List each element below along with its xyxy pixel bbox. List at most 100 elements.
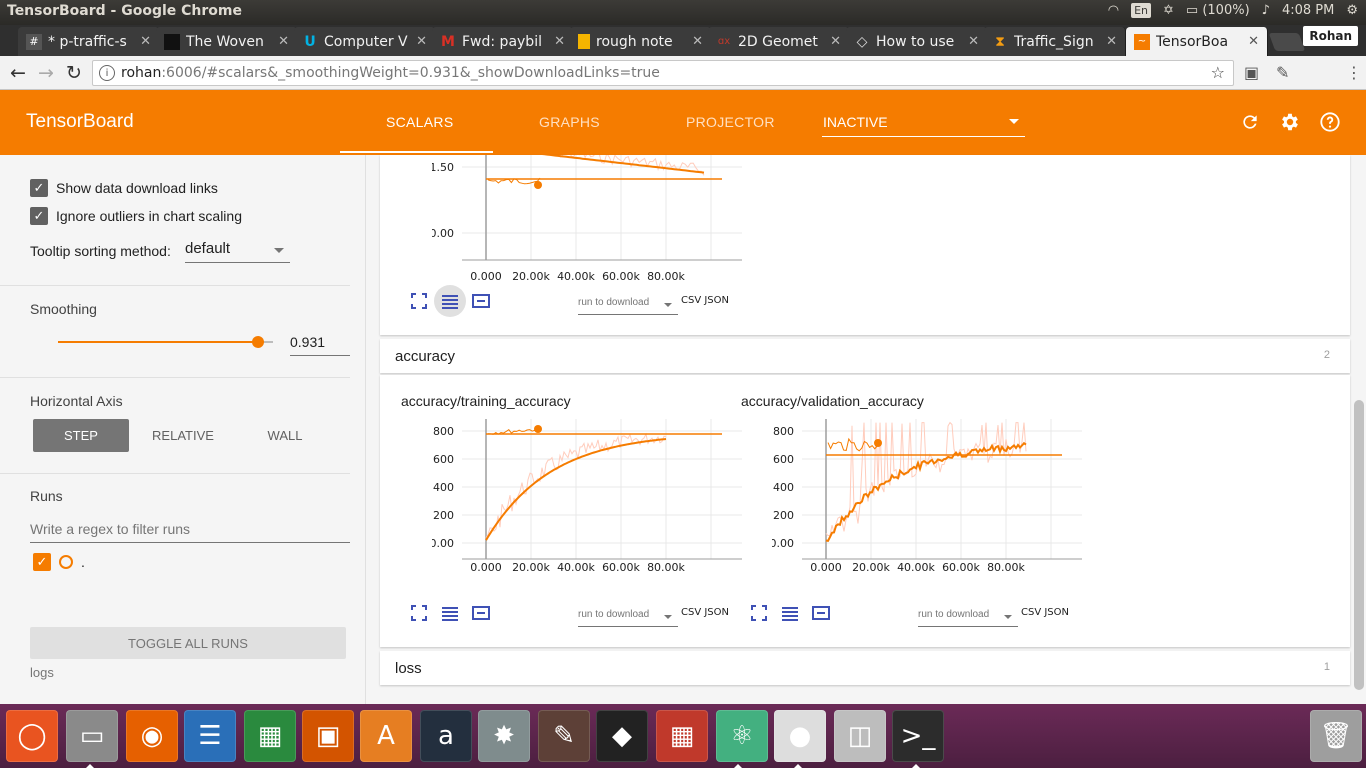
list-icon[interactable] [441, 292, 459, 310]
browser-tab[interactable]: U Computer V ✕ [294, 27, 436, 56]
y-tick-label: 0.600 [772, 453, 794, 466]
browser-tab[interactable]: ◇ How to use ✕ [846, 27, 988, 56]
clock[interactable]: 4:08 PM [1282, 3, 1334, 18]
run-to-download-select[interactable]: run to download [578, 607, 678, 627]
run-to-download-select[interactable]: run to download [918, 607, 1018, 627]
browser-tab[interactable]: ⧗ Traffic_Sign ✕ [984, 27, 1126, 56]
x-tick-label: 0.000 [810, 561, 842, 574]
close-icon[interactable]: ✕ [554, 34, 565, 49]
close-icon[interactable]: ✕ [278, 34, 289, 49]
help-icon[interactable] [1318, 110, 1342, 134]
show-download-links-checkbox[interactable]: ✓ Show data download links [30, 179, 218, 197]
tab-scalars[interactable]: SCALARS [386, 114, 453, 130]
smoothing-slider[interactable] [58, 336, 273, 348]
ubuntu-icon[interactable]: ◯ [6, 710, 58, 762]
files-icon[interactable]: ▭ [66, 710, 118, 762]
extension-icon[interactable]: ▣ [1244, 63, 1259, 82]
close-icon[interactable]: ✕ [416, 34, 427, 49]
browser-tab[interactable]: rough note ✕ [570, 27, 712, 56]
tab-graphs[interactable]: GRAPHS [539, 114, 600, 130]
download-links[interactable]: CSV JSON [681, 607, 729, 618]
smoothing-value-input[interactable]: 0.931 [290, 332, 350, 356]
download-links[interactable]: CSV JSON [1021, 607, 1069, 618]
run-color-icon [59, 555, 73, 569]
toggle-all-runs-button[interactable]: TOGGLE ALL RUNS [30, 627, 346, 659]
inkscape-icon[interactable]: ◆ [596, 710, 648, 762]
slider-knob[interactable] [252, 336, 265, 348]
close-icon[interactable]: ✕ [140, 34, 151, 49]
address-bar[interactable]: i rohan:6006/#scalars&_smoothingWeight=0… [92, 60, 1234, 86]
run-item[interactable]: ✓ . [33, 553, 85, 571]
browser-tab[interactable]: The Woven ✕ [156, 27, 298, 56]
axis-wall-button[interactable]: WALL [237, 419, 333, 452]
fullscreen-icon[interactable] [410, 604, 428, 622]
axis-step-button[interactable]: STEP [33, 419, 129, 452]
category-header-accuracy[interactable]: accuracy 2 [380, 339, 1350, 373]
wifi-icon[interactable]: ◠ [1108, 3, 1119, 18]
terminal-icon[interactable]: >_ [892, 710, 944, 762]
profile-badge[interactable]: Rohan [1303, 26, 1358, 46]
list-icon[interactable] [441, 604, 459, 622]
os-top-panel: TensorBoard - Google Chrome ◠ En ✡ ▭ (10… [0, 0, 1366, 25]
info-icon[interactable]: i [99, 65, 115, 81]
volume-icon[interactable]: ♪ [1262, 3, 1270, 18]
fit-domain-icon[interactable] [472, 604, 490, 622]
close-icon[interactable]: ✕ [1106, 34, 1117, 49]
bookmark-star-icon[interactable]: ☆ [1211, 63, 1225, 82]
settings-gear-icon[interactable] [1278, 110, 1302, 134]
download-links[interactable]: CSV JSON [681, 295, 729, 306]
close-icon[interactable]: ✕ [692, 34, 703, 49]
fit-domain-icon[interactable] [812, 604, 830, 622]
calc-icon[interactable]: ▦ [244, 710, 296, 762]
tab-projector[interactable]: PROJECTOR [686, 114, 775, 130]
battery-indicator[interactable]: ▭ (100%) [1186, 3, 1250, 18]
back-arrow-icon[interactable]: ← [6, 61, 30, 85]
fullscreen-icon[interactable] [410, 292, 428, 310]
pen-icon[interactable]: ✎ [1276, 63, 1289, 82]
fit-domain-icon[interactable] [472, 292, 490, 310]
inactive-dashboards-select[interactable]: INACTIVE [822, 112, 1025, 137]
browser-tab[interactable]: ɑx 2D Geomet ✕ [708, 27, 850, 56]
tooltip-point [534, 181, 542, 189]
chrome-icon[interactable]: ● [774, 710, 826, 762]
close-icon[interactable]: ✕ [968, 34, 979, 49]
chart-partial[interactable]: 1.50 0.00 0.000 20.00k 40.00k 60.00k 80.00k [432, 155, 752, 285]
page-scrollbar[interactable] [1354, 400, 1364, 690]
writer-icon[interactable]: ☰ [184, 710, 236, 762]
reload-icon[interactable]: ↻ [62, 61, 86, 85]
browser-tab[interactable]: M Fwd: paybil ✕ [432, 27, 574, 56]
ignore-outliers-checkbox[interactable]: ✓ Ignore outliers in chart scaling [30, 207, 242, 225]
amazon-icon[interactable]: a [420, 710, 472, 762]
category-header-loss[interactable]: loss 1 [380, 651, 1350, 685]
new-tab-button[interactable] [1268, 33, 1306, 51]
atom-icon[interactable]: ⚛ [716, 710, 768, 762]
bluetooth-icon[interactable]: ✡ [1163, 3, 1174, 18]
axis-relative-button[interactable]: RELATIVE [135, 419, 231, 452]
settings-icon[interactable]: ✸ [478, 710, 530, 762]
paint-icon[interactable]: ✎ [538, 710, 590, 762]
keyboard-layout[interactable]: En [1131, 3, 1151, 18]
refresh-icon[interactable] [1238, 110, 1262, 134]
runs-filter-input[interactable]: Write a regex to filter runs [30, 519, 350, 543]
tooltip-sorting-select[interactable]: default [185, 239, 290, 263]
fullscreen-icon[interactable] [750, 604, 768, 622]
gear-icon[interactable]: ⚙ [1346, 3, 1358, 18]
close-icon[interactable]: ✕ [1248, 34, 1259, 49]
firefox-icon[interactable]: ◉ [126, 710, 178, 762]
disk-icon[interactable]: ◫ [834, 710, 886, 762]
workspaces-icon[interactable]: ▦ [656, 710, 708, 762]
close-icon[interactable]: ✕ [830, 34, 841, 49]
chart-title: accuracy/training_accuracy [401, 393, 571, 409]
chart-training-accuracy[interactable]: 0.800 0.600 0.400 0.200 0.00 0.000 20.00k 40.00… [432, 419, 752, 595]
browser-tab-active[interactable]: ~ TensorBoa ✕ [1126, 27, 1268, 56]
run-to-download-select[interactable]: run to download [578, 295, 678, 315]
browser-tab[interactable]: # * p-traffic-s ✕ [18, 27, 160, 56]
run-checkbox[interactable]: ✓ [33, 553, 51, 571]
list-icon[interactable] [781, 604, 799, 622]
impress-icon[interactable]: ▣ [302, 710, 354, 762]
chart-validation-accuracy[interactable]: 0.800 0.600 0.400 0.200 0.00 0.000 20.00k 40.00… [772, 419, 1092, 595]
forward-arrow-icon[interactable]: → [34, 61, 58, 85]
trash-icon[interactable]: 🗑 [1310, 710, 1362, 762]
menu-icon[interactable]: ⋮ [1346, 63, 1362, 82]
software-center-icon[interactable]: A [360, 710, 412, 762]
